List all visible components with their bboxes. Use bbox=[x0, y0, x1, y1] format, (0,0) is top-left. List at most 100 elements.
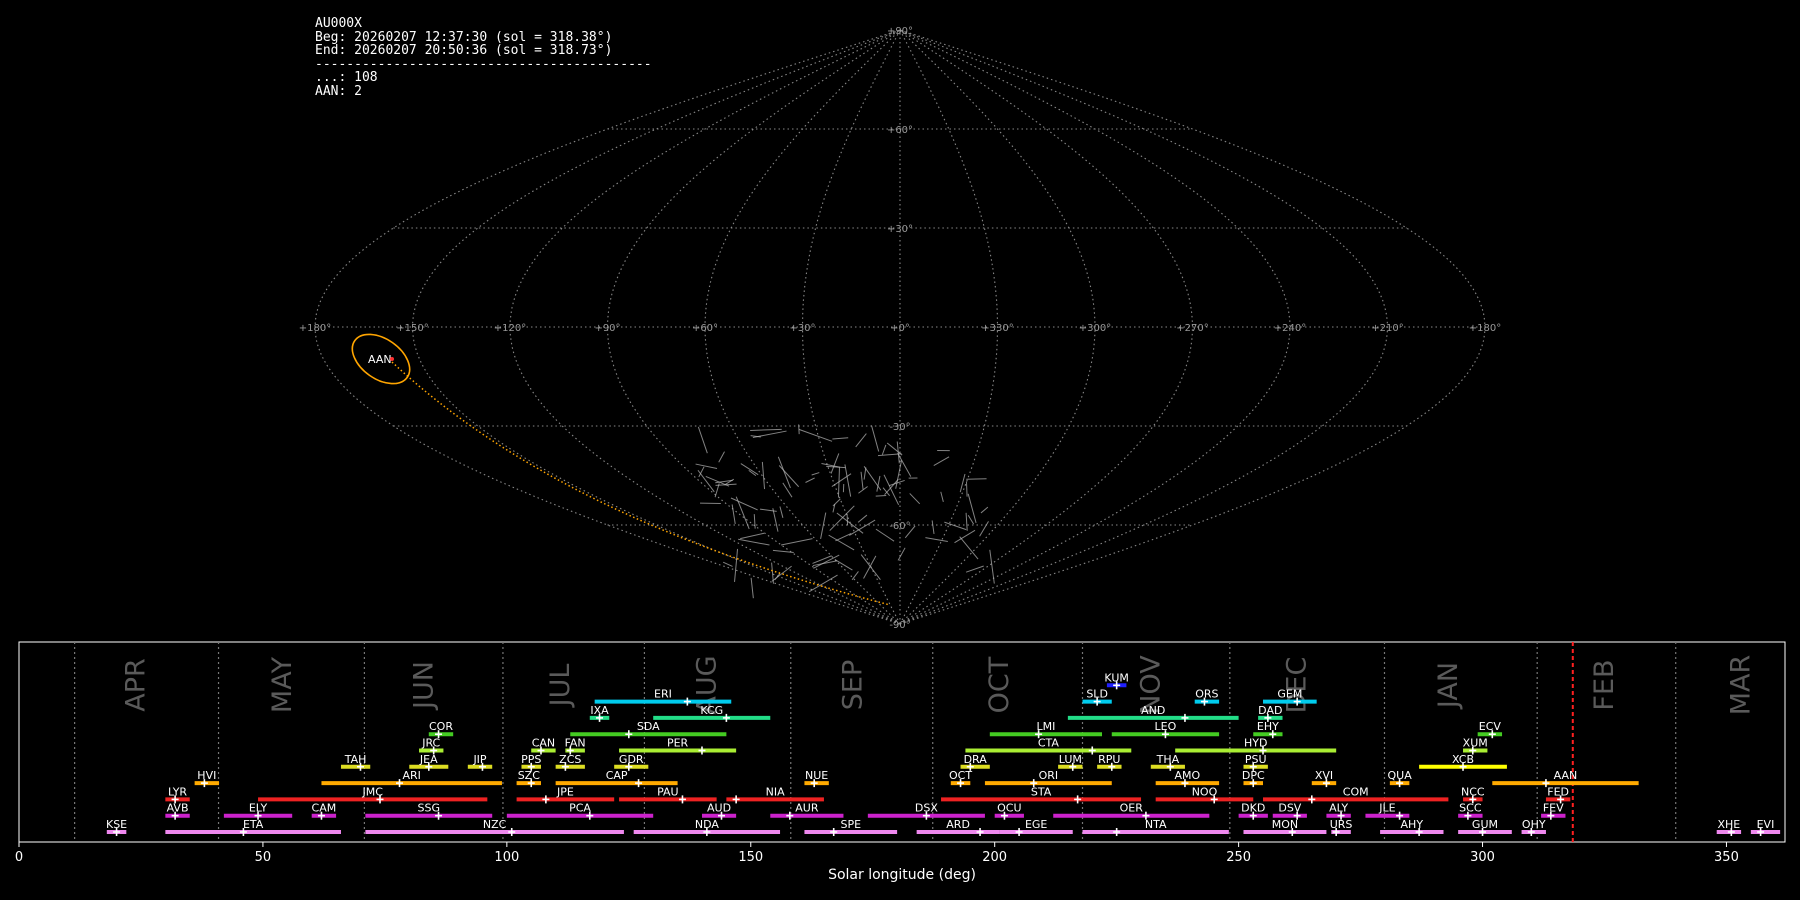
meteor-trail bbox=[779, 506, 784, 518]
meteor-trail bbox=[944, 521, 967, 531]
meteor-trail bbox=[954, 529, 976, 544]
shower-label: FEV bbox=[1543, 802, 1564, 815]
meteor-trail bbox=[933, 456, 950, 466]
meteor-trail bbox=[965, 481, 968, 497]
longitude-label: +120° bbox=[494, 323, 526, 334]
latitude-label: +90° bbox=[887, 26, 913, 37]
longitude-label: +330° bbox=[981, 323, 1013, 334]
shower-label: JRC bbox=[421, 737, 440, 750]
meteor-trail bbox=[883, 474, 900, 506]
shower-label: ALY bbox=[1329, 802, 1348, 815]
longitude-label: +240° bbox=[1274, 323, 1306, 334]
meteor-trail bbox=[798, 428, 833, 442]
month-label: JAN bbox=[1433, 662, 1464, 710]
meteor-trail bbox=[835, 532, 852, 542]
radiant-label: AAN bbox=[368, 353, 392, 366]
shower-label: NOO bbox=[1192, 785, 1218, 798]
meteor-trail bbox=[857, 514, 868, 523]
shower-label: XUM bbox=[1463, 737, 1488, 750]
meteor-trail bbox=[832, 498, 841, 507]
meteor-trail bbox=[980, 506, 989, 514]
meteor-trail bbox=[740, 532, 765, 540]
meteor-trail bbox=[834, 559, 853, 571]
shower-label: KCG bbox=[700, 704, 723, 717]
shower-label: HYD bbox=[1244, 737, 1267, 750]
meteor-trail bbox=[722, 561, 733, 567]
shower-label: AUD bbox=[707, 802, 731, 815]
meteor-trail bbox=[871, 425, 880, 452]
shower-label: JEA bbox=[419, 753, 438, 766]
meteor-trail bbox=[925, 537, 948, 542]
shower-label: DAD bbox=[1258, 704, 1282, 717]
shower-label: SZC bbox=[518, 769, 541, 782]
meteor-trail bbox=[782, 482, 793, 498]
shower-label: GEM bbox=[1277, 688, 1302, 701]
meteor-trail bbox=[863, 555, 877, 579]
longitude-label: +30° bbox=[789, 323, 815, 334]
shower-label: DKD bbox=[1241, 802, 1265, 815]
longitude-label: +0° bbox=[890, 323, 910, 334]
meteor-trail bbox=[750, 428, 782, 431]
meteor-trail bbox=[860, 554, 881, 580]
meteor-trail bbox=[753, 514, 756, 529]
radiant-point bbox=[390, 357, 394, 361]
shower-label: ARI bbox=[403, 769, 421, 782]
x-tick-label: 350 bbox=[1714, 850, 1739, 865]
shower-timeline-chart: APR MAY JUN JUL AUG SEP OCT NOV DEC JAN FEB MAR KUM… bbox=[15, 641, 1786, 883]
shower-label: LYR bbox=[168, 785, 187, 798]
shower-label: SLD bbox=[1086, 688, 1108, 701]
longitude-label: +210° bbox=[1371, 323, 1403, 334]
month-label: MAR bbox=[1726, 655, 1757, 716]
meteor-trail bbox=[828, 534, 855, 551]
meteor-trail bbox=[897, 452, 912, 477]
meteor-trail bbox=[979, 521, 989, 537]
shower-label: AAN bbox=[1554, 769, 1578, 782]
meteor-trail bbox=[965, 565, 984, 573]
shower-label: DSX bbox=[915, 802, 938, 815]
shower-label: JMC bbox=[361, 785, 383, 798]
shower-label: ECV bbox=[1479, 720, 1502, 733]
sky-map: AAN +180° +150° +120° +90° +60° +30° +0° +330° +… bbox=[299, 26, 1501, 630]
shower-label: JPE bbox=[556, 785, 574, 798]
meridian-line bbox=[411, 29, 901, 625]
meteor-trail bbox=[832, 437, 849, 440]
shower-label: OER bbox=[1120, 802, 1144, 815]
shower-label: AND bbox=[1141, 704, 1165, 717]
meteor-trail bbox=[989, 549, 995, 584]
meteor-trail bbox=[771, 565, 792, 582]
shower-label: ERI bbox=[654, 688, 672, 701]
x-tick-label: 200 bbox=[982, 850, 1007, 865]
meteor-trail bbox=[851, 571, 859, 581]
shower-label: GDR bbox=[619, 753, 644, 766]
shower-label: JLE bbox=[1378, 802, 1395, 815]
shower-label: SPE bbox=[840, 818, 861, 831]
shower-label: ETA bbox=[243, 818, 264, 831]
meteor-trail bbox=[798, 424, 800, 435]
shower-label: FED bbox=[1547, 785, 1569, 798]
shower-label: EVI bbox=[1757, 818, 1775, 831]
month-label: FEB bbox=[1589, 659, 1620, 710]
meteor-trail bbox=[811, 472, 820, 476]
shower-label: ORI bbox=[1039, 769, 1059, 782]
longitude-label: +180° bbox=[1469, 323, 1501, 334]
shower-label: XCB bbox=[1452, 753, 1474, 766]
meteor-trail bbox=[909, 493, 921, 505]
meteor-trail bbox=[695, 463, 718, 470]
shower-label: PSU bbox=[1245, 753, 1267, 766]
shower-label: PCA bbox=[569, 802, 591, 815]
shower-label: NTA bbox=[1145, 818, 1167, 831]
meteor-trail bbox=[718, 451, 725, 463]
shower-label: ELY bbox=[249, 802, 268, 815]
meteor-trail bbox=[837, 467, 840, 498]
meteor-trail bbox=[844, 464, 852, 497]
shower-label: CAM bbox=[312, 802, 337, 815]
x-axis-label: Solar longitude (deg) bbox=[828, 867, 976, 883]
meteor-trail bbox=[882, 487, 891, 497]
meteor-trail bbox=[836, 512, 864, 534]
month-label: APR bbox=[121, 658, 152, 712]
shower-label: EGE bbox=[1025, 818, 1047, 831]
shower-label: IXA bbox=[590, 704, 609, 717]
meteor-trail bbox=[781, 538, 813, 546]
meteor-trail bbox=[965, 512, 968, 531]
shower-label: GUM bbox=[1472, 818, 1498, 831]
